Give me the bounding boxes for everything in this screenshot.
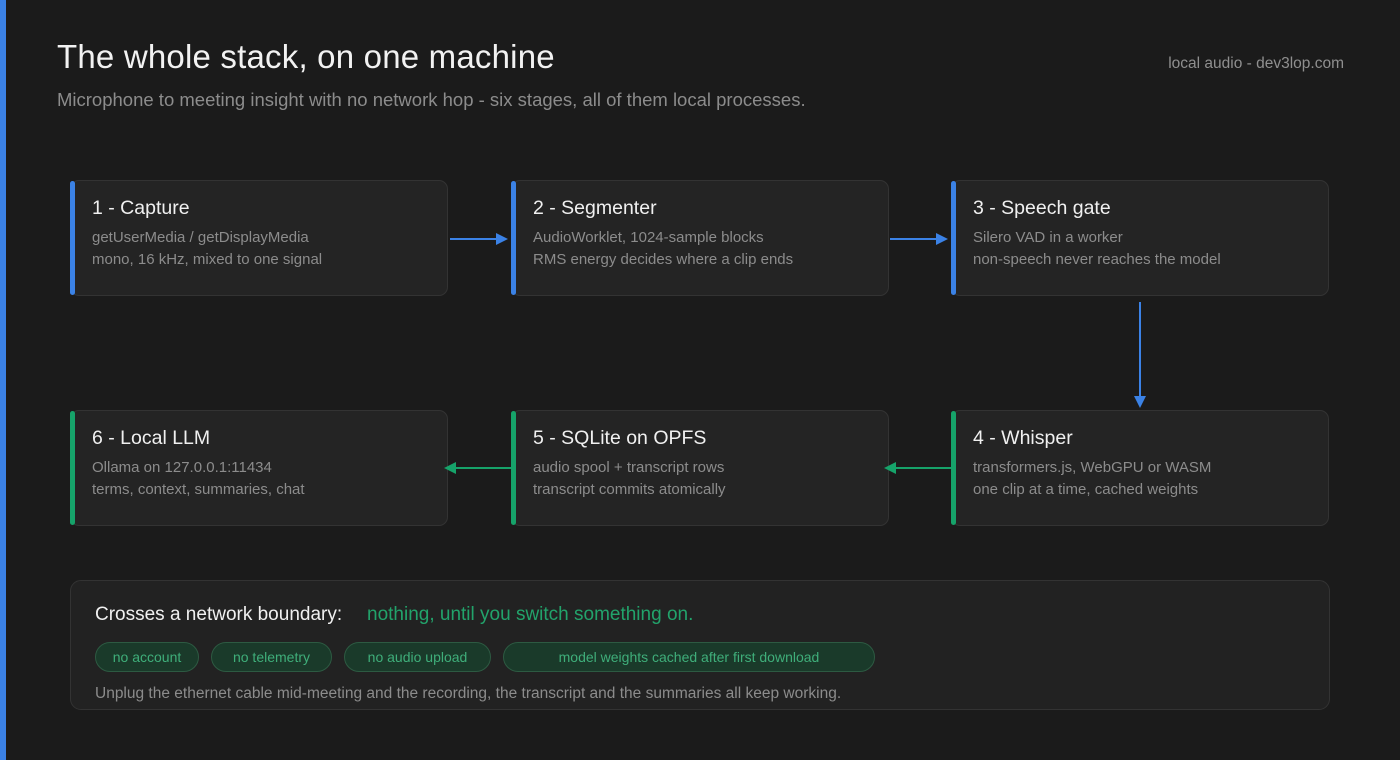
chip-no-account: no account — [95, 642, 199, 672]
network-answer: nothing, until you switch something on. — [367, 604, 694, 625]
chip-no-telemetry: no telemetry — [211, 642, 332, 672]
network-note: Unplug the ethernet cable mid-meeting an… — [95, 685, 842, 702]
arrow-segmenter-to-speech-gate — [890, 233, 948, 245]
network-heading: Crosses a network boundary: — [95, 604, 343, 625]
arrow-sqlite-to-llm — [444, 462, 511, 474]
network-boundary-panel: Crosses a network boundary: nothing, unt… — [70, 580, 1330, 710]
arrow-speech-gate-to-whisper — [1134, 302, 1146, 408]
arrow-capture-to-segmenter — [450, 233, 508, 245]
chip-model-weights-cached: model weights cached after first downloa… — [503, 642, 875, 672]
chip-no-audio-upload: no audio upload — [344, 642, 491, 672]
arrow-whisper-to-sqlite — [884, 462, 951, 474]
